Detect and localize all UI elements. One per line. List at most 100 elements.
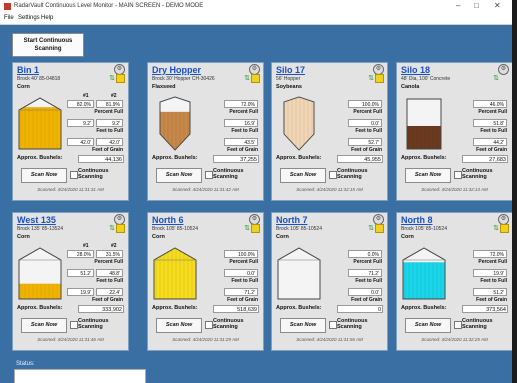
sort-arrows-icon: ⇅ xyxy=(244,75,250,82)
continuous-scanning-checkbox[interactable] xyxy=(70,321,78,329)
title-bar: RadarVault Continuous Level Monitor - MA… xyxy=(0,0,512,13)
metric-value-1: 82.0% xyxy=(67,100,94,108)
gear-icon[interactable]: ⚙ xyxy=(498,64,509,75)
silo-container xyxy=(152,96,198,151)
bin-name-link[interactable]: Silo 18 xyxy=(401,65,430,75)
bin-card: Bin 1 ⚙ Brock 40' 85-04818 Corn ⇅ #1 #2 82.0% 81… xyxy=(12,62,129,201)
continuous-scanning-checkbox[interactable] xyxy=(205,171,213,179)
bin-description: Brock 105' 85-10524 xyxy=(401,226,447,232)
scan-now-button[interactable]: Scan Now xyxy=(21,318,67,333)
metric-value: 0.0' xyxy=(224,269,258,277)
continuous-scanning-label: Continuous Scanning xyxy=(78,168,109,180)
status-box xyxy=(14,369,146,383)
scanned-timestamp: Scanned: 4/24/2020 11:31:42 AM xyxy=(172,187,239,192)
metric-label: Percent Full xyxy=(94,259,123,265)
approx-bushels-label: Approx. Bushels: xyxy=(276,155,322,161)
continuous-scanning-checkbox[interactable] xyxy=(205,321,213,329)
bin-name-link[interactable]: Dry Hopper xyxy=(152,65,201,75)
metric-value: 16.9' xyxy=(224,119,258,127)
metric-label: Feet to Full xyxy=(480,128,507,134)
silo-graphic xyxy=(159,96,191,151)
metric-value-1: 28.0% xyxy=(67,250,94,258)
alert-icon xyxy=(251,224,260,233)
continuous-scanning-label: Continuous Scanning xyxy=(213,168,244,180)
fill-level xyxy=(407,126,441,149)
metric-label: Feet of Grain xyxy=(227,147,258,153)
metric-label: Feet to Full xyxy=(480,278,507,284)
continuous-scanning-checkbox[interactable] xyxy=(329,171,337,179)
scan-now-button[interactable]: Scan Now xyxy=(280,318,326,333)
close-icon[interactable]: ✕ xyxy=(494,1,501,10)
scan-now-button[interactable]: Scan Now xyxy=(156,318,202,333)
menu-bar: File Settings Help xyxy=(0,13,512,25)
bin-name-link[interactable]: North 7 xyxy=(276,215,308,225)
metric-value: 0.0' xyxy=(348,288,382,296)
metric-label: Percent Full xyxy=(229,109,258,115)
metric-label: Percent Full xyxy=(478,259,507,265)
bin-name-link[interactable]: North 6 xyxy=(152,215,184,225)
scan-now-button[interactable]: Scan Now xyxy=(280,168,326,183)
metric-value-1: 42.0' xyxy=(67,138,94,146)
sort-arrows-icon: ⇅ xyxy=(368,75,374,82)
approx-bushels-value: 45,955 xyxy=(337,155,383,163)
minimize-icon[interactable]: – xyxy=(456,1,460,10)
menu-settings[interactable]: Settings xyxy=(18,15,40,21)
metric-value-2: 81.9% xyxy=(96,100,123,108)
grain-type: Soybeans xyxy=(276,84,302,90)
continuous-scanning-checkbox[interactable] xyxy=(329,321,337,329)
metric-value: 51.2' xyxy=(473,288,507,296)
approx-bushels-value: 0 xyxy=(337,305,383,313)
continuous-scanning-checkbox[interactable] xyxy=(454,171,462,179)
scan-now-button[interactable]: Scan Now xyxy=(405,168,451,183)
column-header-2: #2 xyxy=(111,243,117,249)
approx-bushels-label: Approx. Bushels: xyxy=(401,305,447,311)
bin-description: 56' Hopper xyxy=(276,76,301,82)
bin-description: 48' Dia, 100' Concrete xyxy=(401,76,451,82)
scan-now-button[interactable]: Scan Now xyxy=(156,168,202,183)
metric-value: 46.0% xyxy=(473,100,507,108)
continuous-scanning-checkbox[interactable] xyxy=(454,321,462,329)
menu-help[interactable]: Help xyxy=(41,15,53,21)
alert-icon xyxy=(375,224,384,233)
metrics-panel: #1 #2 28.0% 31.5% Percent Full 51.2' 48.8' Feet… xyxy=(67,243,124,303)
menu-file[interactable]: File xyxy=(4,15,14,21)
continuous-scanning-checkbox[interactable] xyxy=(70,171,78,179)
approx-bushels-label: Approx. Bushels: xyxy=(276,305,322,311)
approx-bushels-label: Approx. Bushels: xyxy=(17,155,63,161)
maximize-icon[interactable]: □ xyxy=(474,1,479,10)
metric-label: Feet of Grain xyxy=(92,297,123,303)
continuous-scanning-label: Continuous Scanning xyxy=(462,318,493,330)
bin-name-link[interactable]: Bin 1 xyxy=(17,65,39,75)
scan-now-button[interactable]: Scan Now xyxy=(21,168,67,183)
metric-value: 43.5' xyxy=(224,138,258,146)
metric-label: Feet to Full xyxy=(355,278,382,284)
silo-graphic xyxy=(406,98,442,150)
continuous-scanning-label: Continuous Scanning xyxy=(213,318,244,330)
approx-bushels-value: 44,136 xyxy=(78,155,124,163)
alert-icon xyxy=(500,224,509,233)
scanned-timestamp: Scanned: 4/24/2020 11:32:25 AM xyxy=(421,337,488,342)
bin-card: Dry Hopper ⚙ Brock 30' Hopper CH-30426 Flax… xyxy=(147,62,264,201)
metric-value: 0.0% xyxy=(348,250,382,258)
continuous-scanning-label: Continuous Scanning xyxy=(78,318,109,330)
metric-value: 71.2' xyxy=(224,288,258,296)
start-continuous-scanning-button[interactable]: Start Continuous Scanning xyxy=(12,33,84,57)
scan-now-button[interactable]: Scan Now xyxy=(405,318,451,333)
metric-value-2: 22.4' xyxy=(96,288,123,296)
fill-level xyxy=(19,107,61,149)
silo-container xyxy=(401,246,447,301)
scanned-timestamp: Scanned: 4/24/2020 11:32:13 AM xyxy=(421,187,488,192)
column-header-2: #2 xyxy=(111,93,117,99)
metric-label: Feet of Grain xyxy=(476,147,507,153)
continuous-scanning-label: Continuous Scanning xyxy=(337,168,368,180)
silo-graphic xyxy=(277,247,321,300)
bin-name-link[interactable]: North 8 xyxy=(401,215,433,225)
sort-arrows-icon: ⇅ xyxy=(493,225,499,232)
fill-level xyxy=(154,248,196,299)
scanned-timestamp: Scanned: 4/24/2020 11:31:56 AM xyxy=(296,337,363,342)
bin-card: North 6 ⚙ Brock 105' 85-10524 Corn ⇅ 100.0% Pe… xyxy=(147,212,264,351)
bin-name-link[interactable]: Silo 17 xyxy=(276,65,305,75)
metrics-panel: #1 #2 82.0% 81.9% Percent Full 9.2' 9.2' Feet t… xyxy=(67,93,124,153)
bin-name-link[interactable]: West 135 xyxy=(17,215,56,225)
fill-level xyxy=(19,283,61,299)
